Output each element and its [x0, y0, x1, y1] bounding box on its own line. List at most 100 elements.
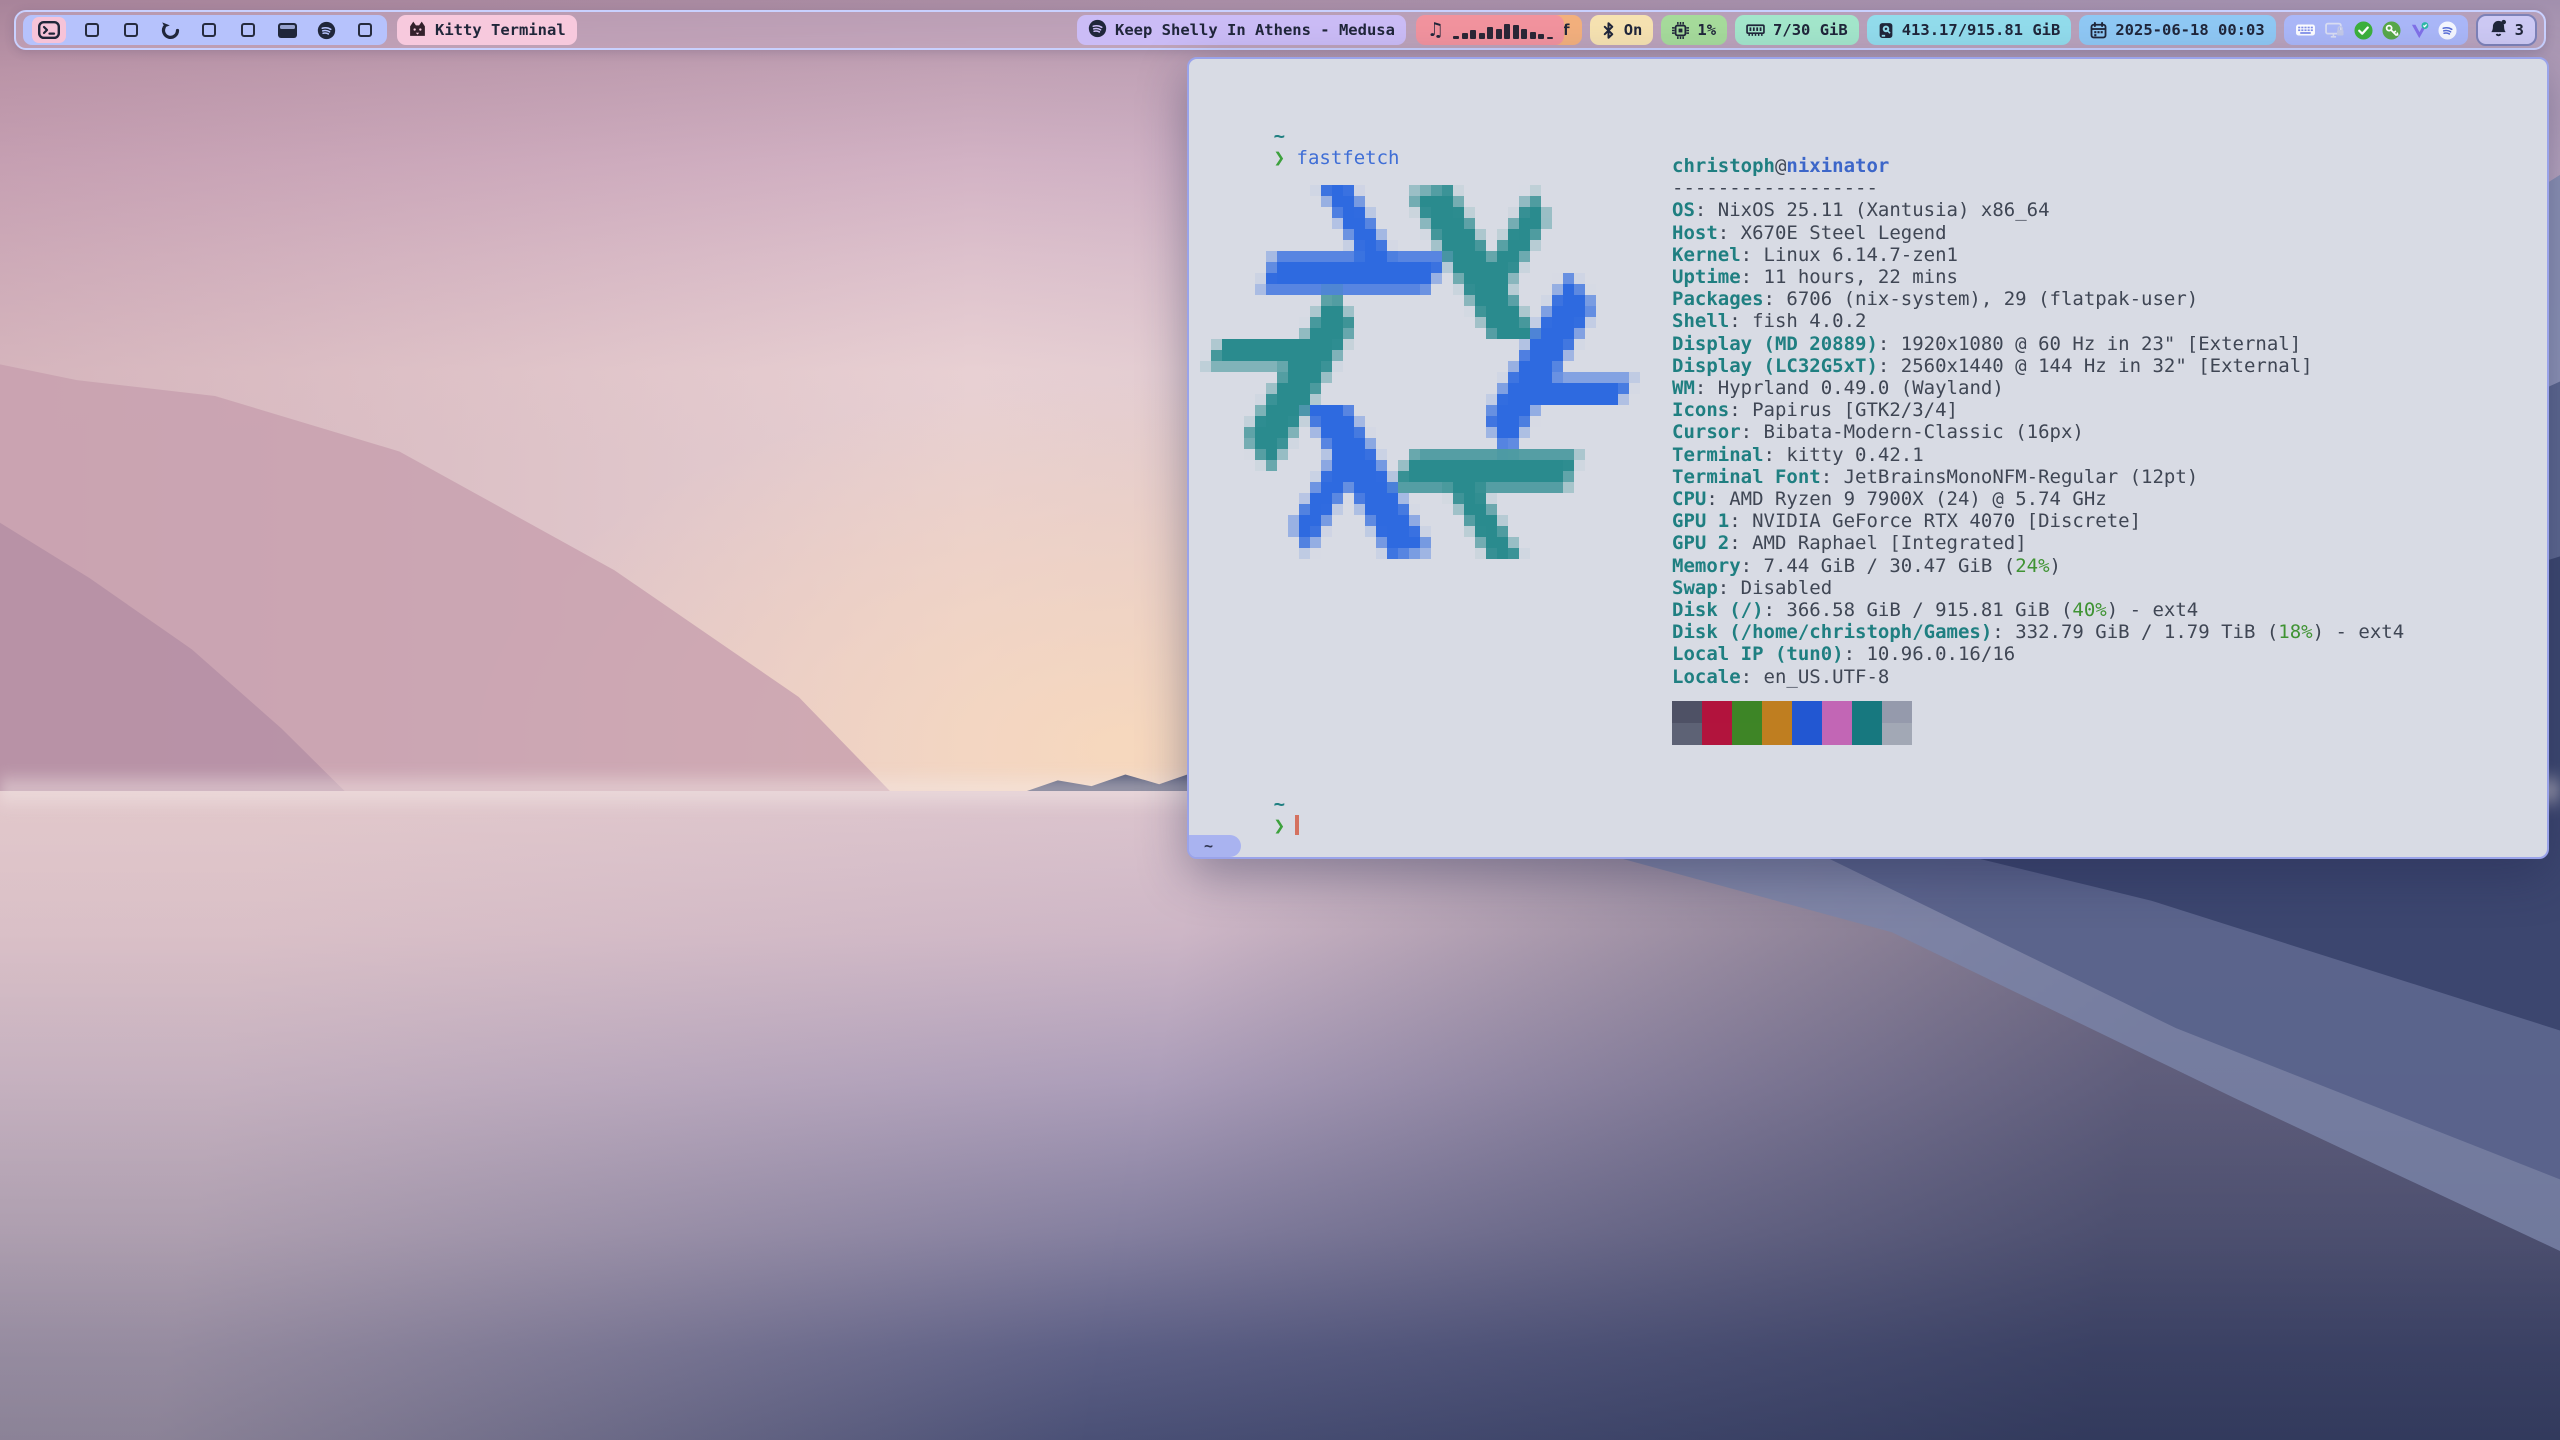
media-group: Keep Shelly In Athens - Medusa ♫: [1077, 15, 1564, 45]
notifications-pill[interactable]: 3: [2476, 14, 2537, 46]
fastfetch-line: Disk (/): 366.58 GiB / 915.81 GiB (40%) …: [1672, 599, 2404, 621]
workspace-1-terminal[interactable]: [32, 17, 66, 43]
screenshare-lock-icon: [2325, 22, 2345, 39]
bell-icon: [2489, 19, 2508, 38]
memory-value: 7/30 GiB: [1773, 21, 1848, 39]
workspace-6-empty[interactable]: [235, 17, 261, 43]
empty-workspace-icon: [241, 23, 255, 37]
bell-icon: [2489, 19, 2508, 42]
cat-icon: [408, 20, 427, 37]
system-tray: [2284, 15, 2468, 45]
window-title-pill[interactable]: Kitty Terminal: [397, 15, 577, 45]
terminal-icon: [38, 21, 60, 39]
spotify-icon: [1088, 19, 1107, 38]
empty-workspace-icon: [202, 23, 216, 37]
palette-row-bright: [1672, 723, 1912, 745]
palette-swatch: [1792, 723, 1822, 745]
notification-count: 3: [2515, 21, 2524, 39]
fastfetch-line: Memory: 7.44 GiB / 30.47 GiB (24%): [1672, 555, 2404, 577]
palette-swatch: [1702, 723, 1732, 745]
disk-module[interactable]: 413.17/915.81 GiB: [1867, 15, 2072, 45]
check-circle-icon: [2354, 21, 2373, 40]
tray-check-circle[interactable]: [2354, 21, 2373, 40]
spotify-icon: [1088, 19, 1107, 42]
bluetooth-icon: [1601, 22, 1616, 39]
desktop: Kitty Terminal Keep Shelly In Athens - M…: [0, 0, 2560, 1440]
memory-module[interactable]: 7/30 GiB: [1735, 15, 1859, 45]
fastfetch-line: Display (LC32G5xT): 2560x1440 @ 144 Hz i…: [1672, 355, 2404, 377]
workspace-3-empty[interactable]: [118, 17, 144, 43]
fastfetch-line: Packages: 6706 (nix-system), 29 (flatpak…: [1672, 288, 2404, 310]
color-palette: [1672, 701, 1912, 745]
palette-swatch: [1792, 701, 1822, 723]
visualizer-bars: [1453, 22, 1553, 39]
fastfetch-info: christoph@nixinator ------------------ O…: [1672, 155, 2404, 688]
tray-key[interactable]: [2382, 21, 2401, 40]
fastfetch-separator: ------------------: [1672, 177, 2404, 199]
vesktop-icon: [2410, 21, 2429, 40]
fastfetch-line: Terminal Font: JetBrainsMonoNFM-Regular …: [1672, 466, 2404, 488]
memory-icon: [1746, 22, 1765, 38]
tray-vesktop[interactable]: [2410, 21, 2429, 40]
cpu-icon: [1672, 22, 1689, 39]
empty-workspace-icon: [358, 23, 372, 37]
audio-visualizer-pill[interactable]: ♫: [1416, 15, 1564, 45]
empty-workspace-icon: [124, 23, 138, 37]
palette-swatch: [1882, 701, 1912, 723]
key-icon: [2382, 21, 2401, 40]
fastfetch-line: Swap: Disabled: [1672, 577, 2404, 599]
status-bar: Kitty Terminal Keep Shelly In Athens - M…: [14, 10, 2546, 50]
keyboard-icon: [2295, 22, 2316, 38]
fastfetch-line: Display (MD 20889): 1920x1080 @ 60 Hz in…: [1672, 333, 2404, 355]
tray-screenshare-lock[interactable]: [2325, 22, 2345, 39]
workspace-4-firefox[interactable]: [157, 17, 183, 43]
palette-swatch: [1852, 701, 1882, 723]
workspace-8-spotify[interactable]: [313, 17, 339, 43]
cpu-value: 1%: [1697, 21, 1716, 39]
tray-keyboard[interactable]: [2295, 22, 2316, 38]
media-track-label: Keep Shelly In Athens - Medusa: [1115, 21, 1395, 39]
fastfetch-line: CPU: AMD Ryzen 9 7900X (24) @ 5.74 GHz: [1672, 488, 2404, 510]
calendar-icon: [2090, 22, 2107, 39]
nixos-logo: [1200, 152, 1640, 592]
spotify-icon: [317, 21, 336, 40]
palette-swatch: [1702, 701, 1732, 723]
fastfetch-line: Icons: Papirus [GTK2/3/4]: [1672, 399, 2404, 421]
fastfetch-line: Host: X670E Steel Legend: [1672, 222, 2404, 244]
media-player-pill[interactable]: Keep Shelly In Athens - Medusa: [1077, 15, 1406, 45]
workspace-5-empty[interactable]: [196, 17, 222, 43]
fastfetch-line: OS: NixOS 25.11 (Xantusia) x86_64: [1672, 199, 2404, 221]
fastfetch-line: GPU 2: AMD Raphael [Integrated]: [1672, 532, 2404, 554]
palette-swatch: [1672, 723, 1702, 745]
text-cursor: [1295, 815, 1299, 835]
bluetooth-module[interactable]: On: [1590, 15, 1654, 45]
spotify-tray-icon: [2438, 21, 2457, 40]
disk-icon: [1878, 22, 1894, 39]
palette-swatch: [1762, 701, 1792, 723]
clock-module[interactable]: 2025-06-18 00:03: [2079, 15, 2275, 45]
fastfetch-line: Terminal: kitty 0.42.1: [1672, 444, 2404, 466]
fastfetch-line: Locale: en_US.UTF-8: [1672, 666, 2404, 688]
terminal-tab[interactable]: ~: [1189, 835, 1241, 857]
empty-workspace-icon: [85, 23, 99, 37]
status-modules: 85%OffOn1%7/30 GiB413.17/915.81 GiB2025-…: [1424, 14, 2537, 46]
fastfetch-title: christoph@nixinator: [1672, 155, 2404, 177]
tray-spotify-white[interactable]: [2438, 21, 2457, 40]
workspace-7-window[interactable]: [274, 17, 300, 43]
workspace-9-empty[interactable]: [352, 17, 378, 43]
palette-swatch: [1672, 701, 1702, 723]
clock-value: 2025-06-18 00:03: [2115, 21, 2264, 39]
palette-swatch: [1732, 723, 1762, 745]
fastfetch-line: Uptime: 11 hours, 22 mins: [1672, 266, 2404, 288]
music-note-icon: ♫: [1427, 21, 1444, 40]
palette-swatch: [1882, 723, 1912, 745]
disk-value: 413.17/915.81 GiB: [1902, 21, 2061, 39]
palette-swatch: [1762, 723, 1792, 745]
fastfetch-line: Disk (/home/christoph/Games): 332.79 GiB…: [1672, 621, 2404, 643]
terminal-window[interactable]: ~ ❯ fastfetch christoph@nixinator ------…: [1187, 57, 2549, 859]
workspace-2-empty[interactable]: [79, 17, 105, 43]
window-icon: [278, 23, 297, 38]
fastfetch-line: Shell: fish 4.0.2: [1672, 310, 2404, 332]
fastfetch-line: Cursor: Bibata-Modern-Classic (16px): [1672, 421, 2404, 443]
cpu-module[interactable]: 1%: [1661, 15, 1727, 45]
